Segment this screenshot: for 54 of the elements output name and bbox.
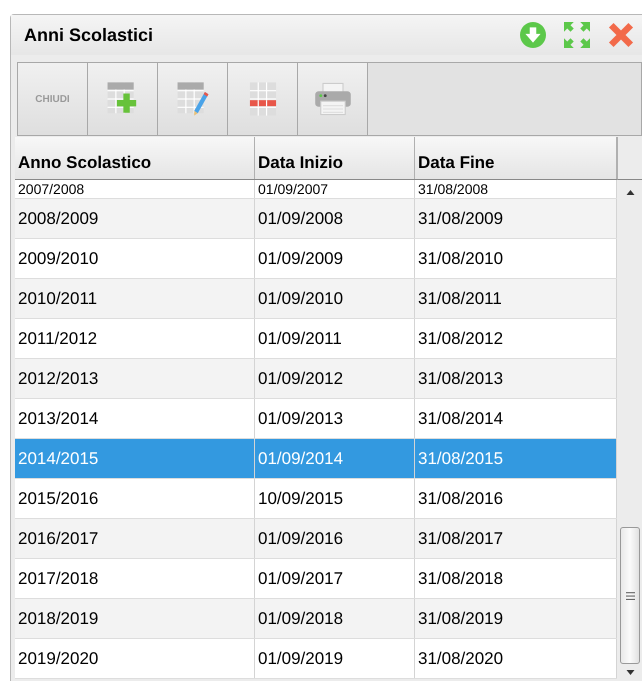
table-row[interactable]: 2015/2016 10/09/2015 31/08/2016: [15, 479, 617, 519]
column-header[interactable]: Anno Scolastico: [15, 137, 255, 179]
table-cell: 2011/2012: [15, 319, 255, 358]
maximize-icon[interactable]: [564, 22, 590, 48]
table-cell: 2007/2008: [15, 180, 255, 198]
table-cell: 2013/2014: [15, 399, 255, 438]
table-cell: 2016/2017: [15, 519, 255, 558]
table-cell: 2008/2009: [15, 199, 255, 238]
grip-icon: [626, 592, 634, 600]
table-cell: 01/09/2007: [255, 180, 415, 198]
table-cell: 01/09/2018: [255, 599, 415, 638]
table-cell: 10/09/2015: [255, 479, 415, 518]
table-cell: 2010/2011: [15, 279, 255, 318]
table-cell: 2015/2016: [15, 479, 255, 518]
table-cell: 01/09/2012: [255, 359, 415, 398]
table-cell: 01/09/2011: [255, 319, 415, 358]
table-row[interactable]: 2012/2013 01/09/2012 31/08/2013: [15, 359, 617, 399]
table-cell: 2009/2010: [15, 239, 255, 278]
scroll-down-icon[interactable]: [626, 670, 634, 675]
table-cell: 01/09/2014: [255, 439, 415, 478]
table-cell: 01/09/2017: [255, 559, 415, 598]
close-icon[interactable]: [608, 22, 634, 48]
window-title: Anni Scolastici: [24, 24, 154, 46]
table-row[interactable]: 2007/2008 01/09/2007 31/08/2008: [15, 180, 617, 199]
table-cell: 01/09/2019: [255, 639, 415, 678]
table-row[interactable]: 2009/2010 01/09/2009 31/08/2010: [15, 239, 617, 279]
table-cell: 2018/2019: [15, 599, 255, 638]
column-header[interactable]: Data Fine: [415, 137, 617, 179]
table-row[interactable]: 2018/2019 01/09/2018 31/08/2019: [15, 599, 617, 639]
download-icon[interactable]: [520, 22, 546, 48]
table-cell: 2012/2013: [15, 359, 255, 398]
table-add-button[interactable]: [88, 63, 158, 135]
table-cell: 01/09/2010: [255, 279, 415, 318]
printer-button[interactable]: [298, 63, 368, 135]
table-row[interactable]: 2008/2009 01/09/2008 31/08/2009: [15, 199, 617, 239]
table-row[interactable]: 2017/2018 01/09/2017 31/08/2018: [15, 559, 617, 599]
printer-icon: [312, 80, 352, 118]
column-header[interactable]: Data Inizio: [255, 137, 415, 179]
table-cell: 01/09/2009: [255, 239, 415, 278]
table-row[interactable]: 2013/2014 01/09/2013 31/08/2014: [15, 399, 617, 439]
table-cell: 01/09/2013: [255, 399, 415, 438]
table-cell: 01/09/2016: [255, 519, 415, 558]
table-row[interactable]: 2016/2017 01/09/2016 31/08/2017: [15, 519, 617, 559]
scroll-thumb[interactable]: [620, 527, 640, 664]
table-row[interactable]: 2011/2012 01/09/2011 31/08/2012: [15, 319, 617, 359]
table-pencil-button[interactable]: [158, 63, 228, 135]
table-cell: 01/09/2008: [255, 199, 415, 238]
table-cell: 2019/2020: [15, 639, 255, 678]
table-delete-button[interactable]: [228, 63, 298, 135]
table-row[interactable]: 2010/2011 01/09/2010 31/08/2011: [15, 279, 617, 319]
table-cell: 2014/2015: [15, 439, 255, 478]
scroll-up-icon[interactable]: [626, 190, 634, 195]
table-cell: 2017/2018: [15, 559, 255, 598]
table-row[interactable]: 2019/2020 01/09/2019 31/08/2020: [15, 639, 617, 679]
